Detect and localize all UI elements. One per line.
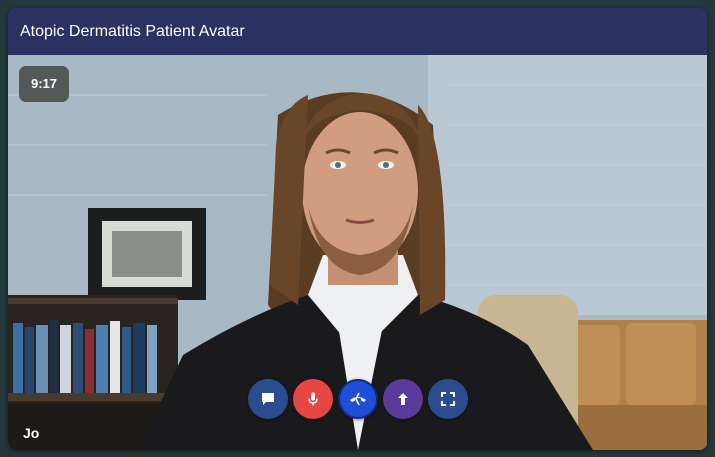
upload-button[interactable] (383, 379, 423, 419)
chat-button[interactable] (248, 379, 288, 419)
avatar-card: Atopic Dermatitis Patient Avatar 9:17 Jo (8, 8, 707, 450)
hang-up-icon (350, 392, 366, 406)
fullscreen-icon (441, 392, 455, 406)
chat-icon (262, 393, 274, 405)
fullscreen-button[interactable] (428, 379, 468, 419)
card-header: Atopic Dermatitis Patient Avatar (8, 8, 707, 55)
video-feed: 9:17 Jo (8, 55, 707, 450)
microphone-button[interactable] (293, 379, 333, 419)
end-call-button[interactable] (338, 379, 378, 419)
call-controls (248, 379, 468, 419)
arrow-up-icon (398, 393, 408, 405)
call-timer: 9:17 (19, 66, 69, 102)
page-title: Atopic Dermatitis Patient Avatar (20, 23, 245, 40)
participant-name: Jo (23, 425, 40, 441)
microphone-icon (308, 392, 318, 406)
